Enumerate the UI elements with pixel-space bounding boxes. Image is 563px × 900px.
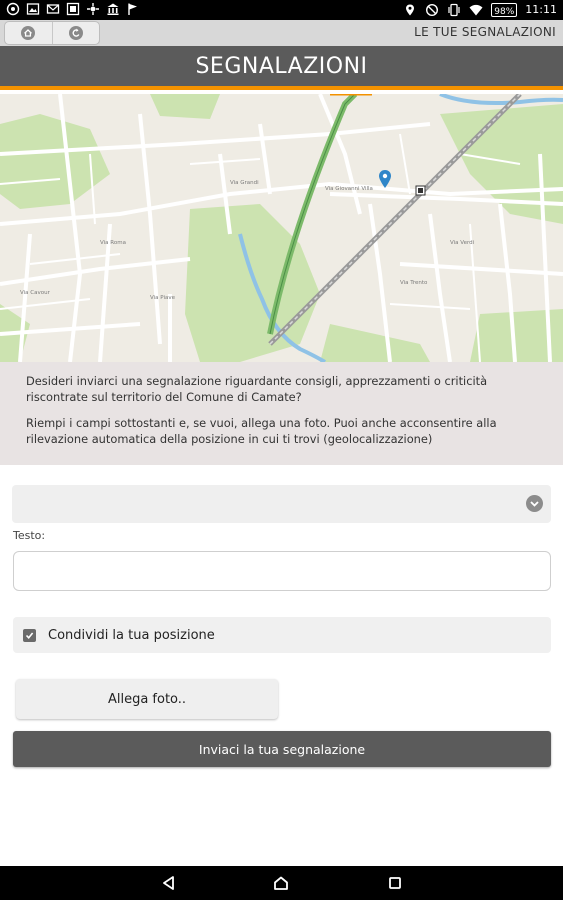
- app-icon: [6, 2, 20, 16]
- bank-icon: [107, 3, 119, 15]
- mail-icon: [46, 4, 60, 14]
- attach-photo-button[interactable]: Allega foto..: [16, 679, 278, 719]
- home-icon[interactable]: [272, 874, 290, 892]
- page-title: SEGNALAZIONI: [195, 53, 368, 79]
- chevron-down-icon: [526, 495, 543, 512]
- svg-text:Via Cavour: Via Cavour: [20, 290, 51, 296]
- notification-icons: [6, 2, 140, 16]
- back-icon[interactable]: [160, 874, 178, 892]
- intro-panel: Desideri inviarci una segnalazione rigua…: [0, 362, 563, 465]
- app-toolbar: LE TUE SEGNALAZIONI: [0, 20, 563, 46]
- vibrate-icon: [448, 3, 460, 17]
- testo-label: Testo:: [13, 529, 46, 542]
- battery-level: 98%: [491, 3, 518, 17]
- map-view[interactable]: Via Giovanni Villa Via Grandi Via Roma V…: [0, 94, 563, 362]
- blocked-icon: [426, 3, 439, 17]
- checkmark-icon: [25, 631, 34, 639]
- system-nav-bar: [0, 866, 563, 900]
- svg-text:Via Trento: Via Trento: [400, 280, 428, 286]
- clock: 11:11: [525, 3, 557, 16]
- location-icon: [406, 4, 415, 16]
- refresh-back-icon: [68, 26, 83, 40]
- svg-text:Via Verdi: Via Verdi: [450, 240, 475, 246]
- status-bar: 98% 11:11: [0, 0, 563, 20]
- page-header: SEGNALAZIONI: [0, 46, 563, 90]
- submit-report-button[interactable]: Inviaci la tua segnalazione: [13, 731, 551, 767]
- intro-question: Desideri inviarci una segnalazione rigua…: [26, 374, 488, 404]
- map-canvas[interactable]: Via Giovanni Villa Via Grandi Via Roma V…: [0, 94, 563, 362]
- svg-text:Via Grandi: Via Grandi: [230, 180, 259, 186]
- recents-icon[interactable]: [386, 874, 404, 892]
- flag-icon: [128, 3, 137, 15]
- share-position-row[interactable]: Condividi la tua posizione: [13, 617, 551, 653]
- toolbar-title: LE TUE SEGNALAZIONI: [414, 25, 556, 39]
- wifi-icon: [469, 4, 483, 16]
- svg-text:Via Giovanni Villa: Via Giovanni Villa: [325, 186, 373, 192]
- gallery-icon: [66, 2, 80, 16]
- svg-text:Via Roma: Via Roma: [100, 240, 126, 246]
- back-button[interactable]: [51, 22, 100, 44]
- testo-input[interactable]: [13, 551, 551, 591]
- app-icon: [87, 3, 99, 15]
- share-position-checkbox[interactable]: [23, 628, 36, 642]
- intro-instructions: Riempi i campi sottostanti e, se vuoi, a…: [26, 416, 497, 446]
- category-select[interactable]: [12, 485, 551, 523]
- nav-button-group: [4, 21, 100, 45]
- home-icon: [21, 26, 36, 40]
- system-icons: 98% 11:11: [403, 2, 557, 18]
- svg-text:Via Piave: Via Piave: [150, 295, 176, 301]
- share-position-label: Condividi la tua posizione: [48, 627, 215, 643]
- image-icon: [26, 3, 40, 15]
- home-button[interactable]: [5, 22, 52, 44]
